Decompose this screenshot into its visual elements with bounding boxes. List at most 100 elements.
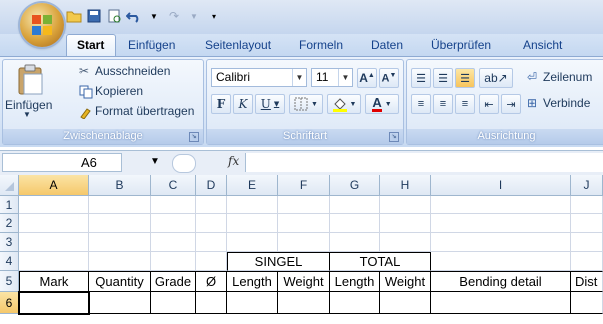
font-color-button[interactable]: A ▼ bbox=[365, 94, 399, 114]
align-bottom-button[interactable]: ☰ bbox=[455, 68, 475, 88]
cell-j6[interactable] bbox=[571, 292, 603, 314]
customize-qat-icon[interactable]: ▾ bbox=[206, 8, 222, 24]
column-header-a[interactable]: A bbox=[19, 175, 89, 196]
cell-e3[interactable] bbox=[227, 233, 278, 252]
align-top-button[interactable]: ☰ bbox=[411, 68, 431, 88]
bold-button[interactable]: F bbox=[211, 94, 231, 114]
cell-f1[interactable] bbox=[278, 196, 330, 214]
undo-icon[interactable] bbox=[126, 8, 142, 24]
cell-b3[interactable] bbox=[89, 233, 151, 252]
insert-function-icon[interactable]: fx bbox=[228, 154, 239, 168]
cell-i6[interactable] bbox=[431, 292, 571, 314]
formula-input[interactable] bbox=[245, 153, 603, 172]
cell-f5[interactable]: Weight bbox=[278, 271, 330, 292]
cell-e2[interactable] bbox=[227, 214, 278, 233]
cell-h1[interactable] bbox=[380, 196, 431, 214]
decrease-indent-button[interactable]: ⇤ bbox=[479, 94, 499, 114]
underline-button[interactable]: U ▼ bbox=[255, 94, 285, 114]
column-header-i[interactable]: I bbox=[431, 175, 571, 196]
cell-d1[interactable] bbox=[196, 196, 227, 214]
cell-g5[interactable]: Length bbox=[330, 271, 380, 292]
name-box[interactable]: A6 bbox=[2, 153, 122, 172]
cell-h2[interactable] bbox=[380, 214, 431, 233]
cell-g6[interactable] bbox=[330, 292, 380, 314]
grow-font-button[interactable]: A▲ bbox=[357, 68, 377, 88]
worksheet-grid[interactable]: A B C D E F G H I J 1 2 3 4 5 6 SINGEL T… bbox=[0, 175, 603, 324]
cell-h3[interactable] bbox=[380, 233, 431, 252]
cell-j5[interactable]: Dist bbox=[571, 271, 603, 292]
cell-e5[interactable]: Length bbox=[227, 271, 278, 292]
cell-h5[interactable]: Weight bbox=[380, 271, 431, 292]
cell-i1[interactable] bbox=[431, 196, 571, 214]
tab-einfuegen[interactable]: Einfügen bbox=[128, 38, 175, 52]
row-header-4[interactable]: 4 bbox=[0, 252, 19, 271]
column-header-b[interactable]: B bbox=[89, 175, 151, 196]
cell-a2[interactable] bbox=[19, 214, 89, 233]
row-header-2[interactable]: 2 bbox=[0, 214, 19, 233]
cell-d5[interactable]: Ø bbox=[196, 271, 227, 292]
select-all-corner[interactable] bbox=[0, 175, 19, 196]
cell-f2[interactable] bbox=[278, 214, 330, 233]
cell-c2[interactable] bbox=[151, 214, 196, 233]
cell-g4-total[interactable]: TOTAL bbox=[330, 252, 431, 271]
formula-bar-resize-handle[interactable] bbox=[172, 154, 196, 173]
align-middle-button[interactable]: ☰ bbox=[433, 68, 453, 88]
cell-j3[interactable] bbox=[571, 233, 603, 252]
column-header-d[interactable]: D bbox=[196, 175, 227, 196]
column-header-j[interactable]: J bbox=[571, 175, 603, 196]
cell-g1[interactable] bbox=[330, 196, 380, 214]
cell-i3[interactable] bbox=[431, 233, 571, 252]
chevron-down-icon[interactable]: ▼ bbox=[150, 156, 160, 167]
increase-indent-button[interactable]: ⇥ bbox=[501, 94, 521, 114]
fill-color-button[interactable]: ▼ bbox=[327, 94, 361, 114]
column-header-f[interactable]: F bbox=[278, 175, 330, 196]
italic-button[interactable]: K bbox=[233, 94, 253, 114]
cell-i4[interactable] bbox=[431, 252, 571, 271]
active-cell-cursor[interactable] bbox=[18, 291, 90, 315]
tab-formeln[interactable]: Formeln bbox=[299, 38, 343, 52]
cell-c6[interactable] bbox=[151, 292, 196, 314]
row-header-3[interactable]: 3 bbox=[0, 233, 19, 252]
cell-j4[interactable] bbox=[571, 252, 603, 271]
redo-icon[interactable]: ↷ bbox=[166, 8, 182, 24]
undo-dropdown-icon[interactable]: ▼ bbox=[146, 8, 162, 24]
cell-i5[interactable]: Bending detail bbox=[431, 271, 571, 292]
cell-d2[interactable] bbox=[196, 214, 227, 233]
cell-d6[interactable] bbox=[196, 292, 227, 314]
cell-a4[interactable] bbox=[19, 252, 89, 271]
orientation-button[interactable]: ab↗ bbox=[479, 68, 513, 88]
cell-a3[interactable] bbox=[19, 233, 89, 252]
tab-seitenlayout[interactable]: Seitenlayout bbox=[205, 38, 271, 52]
cell-a1[interactable] bbox=[19, 196, 89, 214]
column-header-g[interactable]: G bbox=[330, 175, 380, 196]
office-button[interactable] bbox=[20, 3, 64, 47]
borders-button[interactable]: ▼ bbox=[289, 94, 323, 114]
cell-i2[interactable] bbox=[431, 214, 571, 233]
cell-d4[interactable] bbox=[196, 252, 227, 271]
cell-g3[interactable] bbox=[330, 233, 380, 252]
dialog-launcher-icon[interactable]: ↘ bbox=[389, 132, 399, 142]
shrink-font-button[interactable]: A▼ bbox=[379, 68, 399, 88]
paste-button[interactable]: Einfügen ▼ bbox=[5, 64, 53, 119]
print-preview-icon[interactable] bbox=[106, 8, 122, 24]
cell-e6[interactable] bbox=[227, 292, 278, 314]
cell-b1[interactable] bbox=[89, 196, 151, 214]
save-icon[interactable] bbox=[86, 8, 102, 24]
folder-icon[interactable] bbox=[66, 8, 82, 24]
cell-f6[interactable] bbox=[278, 292, 330, 314]
cell-c4[interactable] bbox=[151, 252, 196, 271]
tab-ansicht[interactable]: Ansicht bbox=[523, 38, 562, 52]
cell-a5[interactable]: Mark bbox=[19, 271, 89, 292]
cell-e1[interactable] bbox=[227, 196, 278, 214]
row-header-1[interactable]: 1 bbox=[0, 196, 19, 214]
align-left-button[interactable]: ≡ bbox=[411, 94, 431, 114]
cell-b5[interactable]: Quantity bbox=[89, 271, 151, 292]
column-header-c[interactable]: C bbox=[151, 175, 196, 196]
cell-b6[interactable] bbox=[89, 292, 151, 314]
cell-j2[interactable] bbox=[571, 214, 603, 233]
row-header-5[interactable]: 5 bbox=[0, 271, 19, 292]
align-right-button[interactable]: ≡ bbox=[455, 94, 475, 114]
cell-j1[interactable] bbox=[571, 196, 603, 214]
column-header-e[interactable]: E bbox=[227, 175, 278, 196]
column-header-h[interactable]: H bbox=[380, 175, 431, 196]
